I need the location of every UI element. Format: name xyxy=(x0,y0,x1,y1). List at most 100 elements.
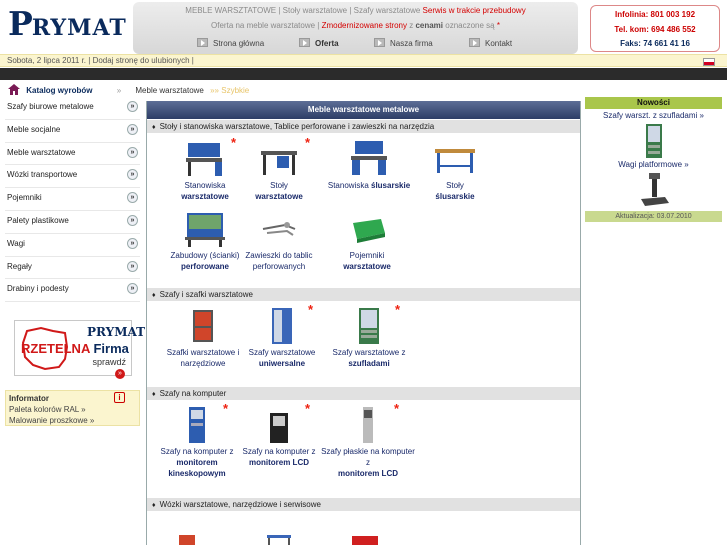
fax: Faks: 74 661 41 16 xyxy=(620,39,690,48)
ral-palette-link[interactable]: Paleta kolorów RAL » xyxy=(9,405,86,414)
product-universal-cabinets[interactable]: * Szafy warsztatowe uniwersalne xyxy=(236,303,328,369)
computer-cabinet-icon: * xyxy=(175,402,228,443)
sidebar-item-shelves[interactable]: Regały» xyxy=(5,257,140,280)
chevron-down-icon[interactable]: » xyxy=(127,260,138,272)
info-icon: i xyxy=(114,392,125,403)
chevron-down-icon[interactable]: » xyxy=(127,237,138,249)
locksmith-station-icon xyxy=(347,141,391,177)
flat-cabinet-icon: * xyxy=(346,402,399,443)
product-hooks[interactable]: Zawieszki do tablic perforowanych xyxy=(233,211,325,272)
chevron-down-icon[interactable]: » xyxy=(127,283,138,295)
product-containers[interactable]: Pojemniki warsztatowe xyxy=(321,211,413,272)
main-content: Meble warsztatowe metalowe ♦ Stoły i stan… xyxy=(146,101,581,545)
logo-text: RYMAT xyxy=(31,15,127,41)
diamond-icon: ♦ xyxy=(152,292,156,299)
platform-scale-thumb-icon[interactable] xyxy=(639,173,669,207)
dark-divider-bar xyxy=(0,68,727,80)
breadcrumb: Katalog wyrobów » Meble warsztatowe »» S… xyxy=(8,84,249,98)
header-line-1: MEBLE WARSZTATOWE | Stoły warsztatowe | … xyxy=(185,6,526,15)
chevron-down-icon[interactable]: » xyxy=(127,214,138,226)
tool-cabinet-icon xyxy=(181,308,225,344)
section-header-tables: ♦ Stoły i stanowiska warsztatowe, Tablice… xyxy=(147,120,580,133)
drawer-cabinet-icon: * xyxy=(347,303,400,344)
arrow-icon xyxy=(374,38,385,47)
product-lcd-computer-cabinet[interactable]: * Szafy na komputer z monitorem LCD xyxy=(233,402,325,468)
news-panel: Nowości Szafy warszt. z szufladami » Wag… xyxy=(585,97,722,222)
diamond-icon: ♦ xyxy=(152,502,156,509)
work-table-icon: * xyxy=(257,136,310,177)
breadcrumb-faded: »» Szybkie xyxy=(210,86,250,95)
arrow-icon xyxy=(197,38,208,47)
sidebar-item-containers[interactable]: Pojemniki» xyxy=(5,188,140,211)
nav-home[interactable]: Strona główna xyxy=(197,38,264,48)
sidebar-item-transport-trolleys[interactable]: Wózki transportowe» xyxy=(5,165,140,189)
page-title: Meble warsztatowe metalowe xyxy=(147,101,580,119)
news-link-drawer-cabinets[interactable]: Szafy warszt. z szufladami » xyxy=(585,111,722,120)
sidebar-item-social-furniture[interactable]: Meble socjalne» xyxy=(5,120,140,143)
sidebar-item-scales[interactable]: Wagi» xyxy=(5,234,140,257)
header-line-2: Oferta na meble warsztatowe | Zmodernizo… xyxy=(211,21,500,30)
home-icon[interactable] xyxy=(8,84,20,95)
chevron-down-icon[interactable]: » xyxy=(127,146,138,158)
product-drawer-cabinets[interactable]: * Szafy warsztatowe z szufladami xyxy=(320,303,418,369)
news-link-platform-scales[interactable]: Wagi platformowe » xyxy=(585,160,722,169)
lcd-cabinet-icon: * xyxy=(257,402,310,443)
product-crt-computer-cabinet[interactable]: * Szafy na komputer z monitorem kineskopow… xyxy=(147,402,247,479)
service-notice: Serwis w trakcie przebudowy xyxy=(422,6,526,15)
section-header-trolleys: ♦ Wózki warsztatowe, narzędziowe i serwis… xyxy=(147,498,580,511)
chevron-down-icon[interactable]: » xyxy=(127,192,138,204)
informator-title: Informator xyxy=(9,394,49,403)
section-header-computer-cabinets: ♦ Szafy na komputer xyxy=(147,387,580,400)
product-locksmith-stations[interactable]: Stanowiska ślusarskie xyxy=(321,141,417,191)
breadcrumb-separator: » xyxy=(116,86,122,95)
sidebar-item-ladders[interactable]: Drabiny i podesty» xyxy=(5,279,140,303)
current-date: Sobota, 2 lipca 2011 r. xyxy=(7,56,87,65)
contact-box: Infolinia: 801 003 192 Tel. kom: 694 486… xyxy=(590,5,720,52)
diamond-icon: ♦ xyxy=(152,391,156,398)
nav-contact[interactable]: Kontakt xyxy=(469,38,512,48)
chevron-down-icon[interactable]: » xyxy=(127,169,138,181)
add-favorites-link[interactable]: Dodaj stronę do ulubionych xyxy=(93,56,190,65)
chevron-down-icon[interactable]: » xyxy=(127,123,138,135)
product-workshop-tables[interactable]: * Stoły warsztatowe xyxy=(233,136,325,202)
sidebar-item-office-cabinets[interactable]: Szafy biurowe metalowe» xyxy=(5,97,140,120)
sidebar-item-workshop-furniture[interactable]: Meble warsztatowe» xyxy=(5,143,140,166)
tool-hooks-icon xyxy=(257,211,301,247)
arrow-icon xyxy=(299,38,310,47)
workbench-icon: * xyxy=(183,136,236,177)
perforated-wall-icon xyxy=(183,211,227,247)
mobile-phone: Tel. kom: 694 486 552 xyxy=(614,25,696,34)
logo-letter: P xyxy=(8,4,33,43)
breadcrumb-current: Meble warsztatowe xyxy=(135,86,204,95)
polish-flag-icon[interactable] xyxy=(703,58,715,66)
top-navigation: Strona główna Oferta Nasza firma Kontakt xyxy=(133,38,578,52)
service-trolley-icon[interactable] xyxy=(265,531,293,545)
product-locksmith-tables[interactable]: Stoły ślusarskie xyxy=(409,141,501,202)
product-flat-computer-cabinet[interactable]: * Szafy płaskie na komputer z monitorem L… xyxy=(321,402,415,479)
news-title: Nowości xyxy=(585,97,722,109)
nav-company[interactable]: Nasza firma xyxy=(374,38,433,48)
drawer-cabinet-thumb-icon[interactable] xyxy=(639,124,669,158)
nav-offer[interactable]: Oferta xyxy=(299,38,339,48)
informator-box: Informator i Paleta kolorów RAL » Malowa… xyxy=(5,390,140,426)
section-header-cabinets: ♦ Szafy i szafki warsztatowe xyxy=(147,288,580,301)
go-arrow-icon[interactable]: » xyxy=(115,369,125,379)
sidebar-item-plastic-pallets[interactable]: Palety plastikowe» xyxy=(5,211,140,234)
header-info-bar: MEBLE WARSZTATOWE | Stoły warsztatowe | … xyxy=(133,2,578,54)
powder-coating-link[interactable]: Malowanie proszkowe » xyxy=(9,416,94,425)
logo[interactable]: PRYMAT xyxy=(8,4,126,43)
rzetelna-firma-badge[interactable]: PRYMAT RZETELNA Firma sprawdź » xyxy=(14,320,145,379)
workshop-trolley-icon[interactable] xyxy=(350,531,380,545)
catalog-link[interactable]: Katalog wyrobów xyxy=(26,86,92,95)
date-bar: Sobota, 2 lipca 2011 r. | Dodaj stronę d… xyxy=(0,54,727,67)
chevron-down-icon[interactable]: » xyxy=(127,101,138,112)
category-sidebar: Szafy biurowe metalowe» Meble socjalne» … xyxy=(5,97,140,303)
container-bin-icon xyxy=(345,211,389,247)
locksmith-table-icon xyxy=(433,141,477,177)
universal-cabinet-icon: * xyxy=(260,303,313,344)
hotline: Infolinia: 801 003 192 xyxy=(614,10,696,19)
arrow-icon xyxy=(469,38,480,47)
update-date: Aktualizacja: 03.07.2010 xyxy=(585,211,722,222)
diamond-icon: ♦ xyxy=(152,124,156,131)
tool-trolley-icon[interactable] xyxy=(177,531,197,545)
